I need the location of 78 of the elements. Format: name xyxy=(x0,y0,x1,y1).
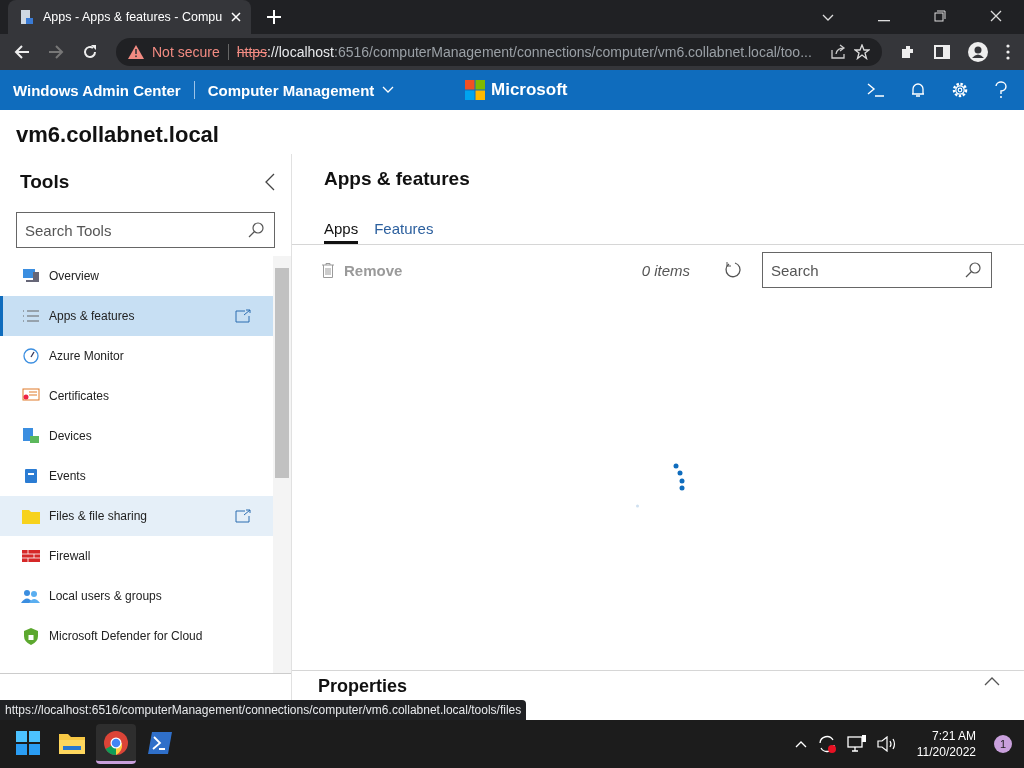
brick-wall-icon xyxy=(21,550,41,562)
star-icon[interactable] xyxy=(854,44,870,60)
terminal-icon[interactable] xyxy=(867,83,885,97)
open-in-new-window-icon[interactable] xyxy=(235,509,251,523)
browser-tab[interactable]: Apps - Apps & features - Compu xyxy=(8,0,252,34)
network-icon[interactable] xyxy=(846,735,867,753)
chevron-down-icon[interactable] xyxy=(822,14,834,22)
product-name[interactable]: Windows Admin Center xyxy=(13,81,181,99)
volume-icon[interactable] xyxy=(876,736,897,752)
tools-title: Tools xyxy=(20,171,70,193)
warning-icon xyxy=(128,45,144,59)
search-field[interactable]: Search xyxy=(762,252,992,288)
notification-badge[interactable]: 1 xyxy=(994,735,1012,753)
sidebar-icon[interactable] xyxy=(934,44,950,60)
tool-item[interactable]: Local users & groups xyxy=(0,576,273,616)
tool-item[interactable]: Devices xyxy=(0,416,273,456)
context-menu-button[interactable]: Computer Management xyxy=(207,81,395,99)
link-preview-tooltip: https://localhost:6516/computerManagement/connections/computer/vm6.collabnet.local/tools/files xyxy=(0,700,527,720)
menu-icon[interactable] xyxy=(1006,44,1010,60)
help-icon[interactable] xyxy=(995,81,1007,99)
address-bar[interactable]: Not secure https://localhost:6516/computerManagement/connections/computer/vm6.collabnet.local/too... xyxy=(116,38,882,66)
tool-item[interactable]: Overview xyxy=(0,256,273,296)
close-icon[interactable] xyxy=(990,10,1002,22)
reload-icon[interactable] xyxy=(82,44,98,60)
windows-logo-icon xyxy=(16,730,40,755)
list-icon xyxy=(21,309,41,323)
back-icon[interactable] xyxy=(14,44,30,60)
chevron-up-icon[interactable] xyxy=(794,740,807,748)
chevron-down-icon xyxy=(382,86,395,94)
server-name: vm6.collabnet.local xyxy=(15,121,220,149)
users-icon xyxy=(21,588,41,604)
powershell-icon xyxy=(148,731,172,754)
monitor-icon xyxy=(21,268,41,284)
security-label: Not secure xyxy=(152,44,220,60)
minimize-icon[interactable] xyxy=(878,20,890,22)
page-title: Apps & features xyxy=(323,167,471,190)
new-tab-icon[interactable] xyxy=(267,10,282,24)
settings-icon[interactable] xyxy=(951,81,969,99)
forward-icon[interactable] xyxy=(48,44,64,60)
server-icon xyxy=(20,9,34,25)
search-icon xyxy=(965,262,981,278)
tool-item[interactable]: Apps & features xyxy=(0,296,273,336)
expand-icon[interactable] xyxy=(984,676,1000,686)
brand-name: Microsoft xyxy=(491,80,568,100)
taskbar-app[interactable] xyxy=(96,724,136,764)
collapse-icon[interactable] xyxy=(265,173,275,191)
profile-icon[interactable] xyxy=(968,42,988,62)
item-count: 0 items xyxy=(641,261,690,279)
refresh-icon[interactable] xyxy=(724,261,742,279)
tool-item[interactable]: Azure Monitor xyxy=(0,336,273,376)
tool-item[interactable]: Firewall xyxy=(0,536,273,576)
folder-icon xyxy=(59,731,85,754)
scrollbar[interactable] xyxy=(273,256,291,673)
tool-item[interactable]: Events xyxy=(0,456,273,496)
chrome-icon xyxy=(104,730,128,755)
devices-icon xyxy=(21,427,41,445)
trash-icon xyxy=(322,262,334,278)
windows-logo-icon xyxy=(465,80,485,100)
tool-item[interactable]: Certificates xyxy=(0,376,273,416)
search-tools-field[interactable]: Search Tools xyxy=(16,212,275,248)
certificate-icon xyxy=(21,388,41,404)
restore-icon[interactable] xyxy=(934,10,946,22)
share-icon[interactable] xyxy=(830,44,846,60)
properties-title: Properties xyxy=(318,676,408,696)
open-in-new-window-icon[interactable] xyxy=(235,309,251,323)
url-text: https://localhost:6516/computerManagement/connections/computer/vm6.collabnet.local/too... xyxy=(236,44,813,60)
shield-icon xyxy=(21,627,41,645)
tab[interactable]: Features xyxy=(374,220,434,244)
puzzle-icon[interactable] xyxy=(900,44,916,60)
tool-item[interactable]: Files & file sharing xyxy=(0,496,273,536)
gauge-icon xyxy=(21,348,41,364)
clock[interactable]: 7:21 AM 11/20/2022 xyxy=(916,728,976,760)
tab[interactable]: Apps xyxy=(324,220,359,244)
tool-item[interactable]: Microsoft Defender for Cloud xyxy=(0,616,273,656)
bell-icon[interactable] xyxy=(911,82,925,98)
folder-icon xyxy=(21,508,41,524)
sync-icon[interactable] xyxy=(816,734,837,754)
search-icon xyxy=(248,222,264,238)
